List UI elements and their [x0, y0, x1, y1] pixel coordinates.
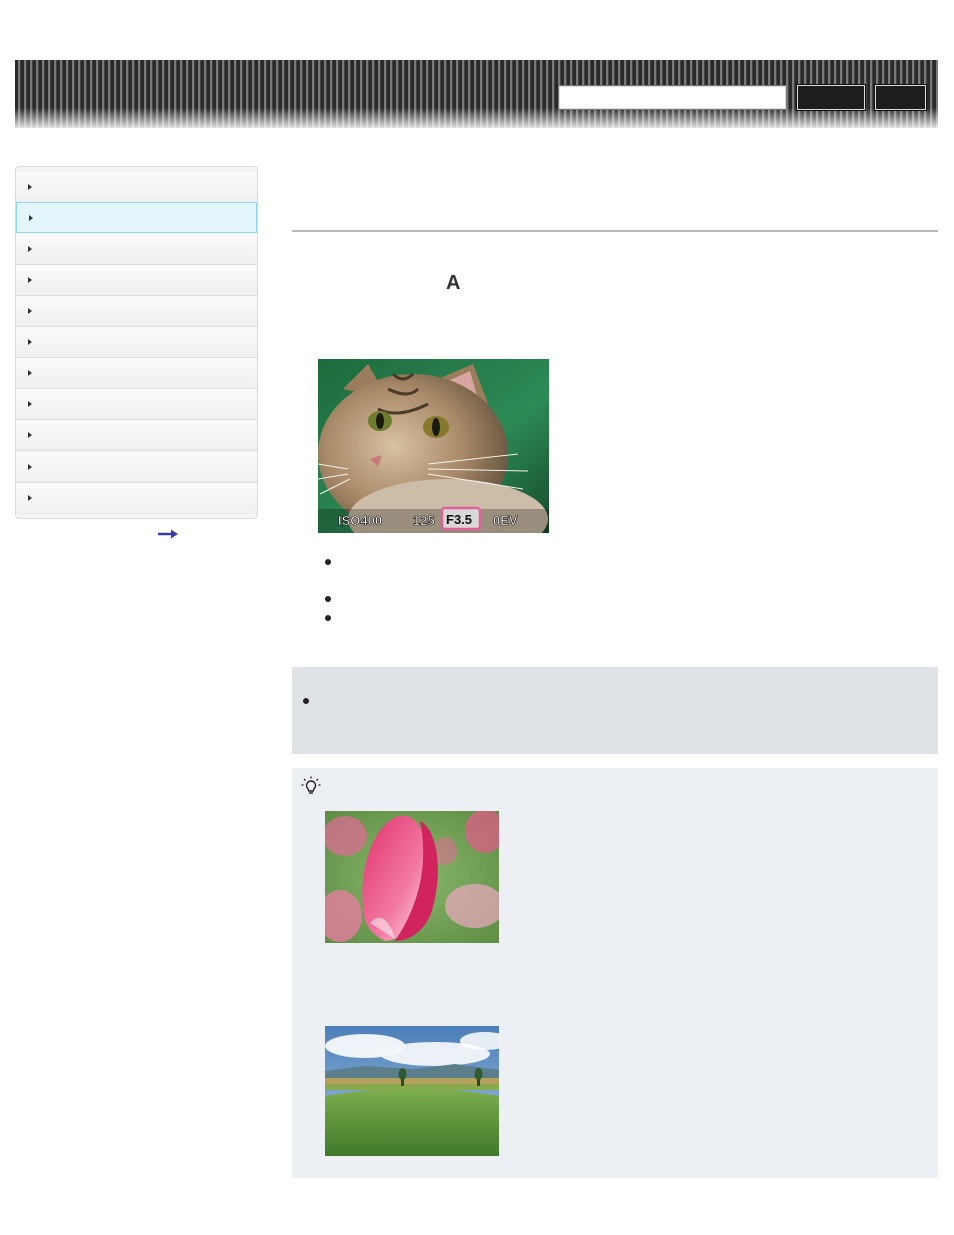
aperture-readout: F3.5	[446, 512, 472, 527]
sidebar-item-10[interactable]	[16, 452, 257, 483]
sidebar-item-1[interactable]	[16, 172, 257, 203]
sidebar-item-2-active[interactable]	[16, 202, 257, 233]
caret-right-icon	[28, 184, 32, 190]
sidebar-item-8[interactable]	[16, 389, 257, 420]
sidebar-menu	[15, 166, 258, 519]
tulip-example-image	[325, 811, 499, 943]
ev-readout: 0EV	[493, 513, 518, 528]
shutter-readout: 125	[413, 513, 435, 528]
sidebar-item-5[interactable]	[16, 296, 257, 327]
sidebar-item-11[interactable]	[16, 483, 257, 514]
caret-right-icon	[28, 339, 32, 345]
right-arrow-icon[interactable]	[157, 528, 179, 540]
iso-readout: ISO400	[338, 513, 382, 528]
caret-right-icon	[28, 277, 32, 283]
note-box	[292, 667, 938, 754]
sidebar-item-6[interactable]	[16, 327, 257, 358]
sidebar-item-7[interactable]	[16, 358, 257, 389]
caret-right-icon	[28, 370, 32, 376]
caret-right-icon	[28, 401, 32, 407]
sidebar-item-4[interactable]	[16, 265, 257, 296]
list-item	[325, 592, 905, 608]
search-input[interactable]	[558, 85, 787, 110]
landscape-example-image	[325, 1026, 499, 1156]
caret-right-icon	[28, 308, 32, 314]
note-bullet	[303, 698, 309, 704]
aperture-priority-mode-icon: A	[446, 272, 461, 294]
page-title	[292, 180, 938, 220]
list-item	[325, 611, 905, 627]
cat-preview-image: ISO400 125 F3.5 0EV	[318, 359, 549, 533]
caret-right-icon	[29, 215, 33, 221]
caret-right-icon	[28, 432, 32, 438]
search-button[interactable]	[796, 84, 866, 111]
sidebar-item-3[interactable]	[16, 234, 257, 265]
caret-right-icon	[28, 495, 32, 501]
sidebar-item-9[interactable]	[16, 420, 257, 451]
caret-right-icon	[28, 246, 32, 252]
title-divider	[292, 230, 938, 232]
list-item	[325, 555, 905, 571]
lightbulb-icon	[301, 776, 321, 794]
caret-right-icon	[28, 464, 32, 470]
top-page-button[interactable]	[874, 84, 927, 111]
